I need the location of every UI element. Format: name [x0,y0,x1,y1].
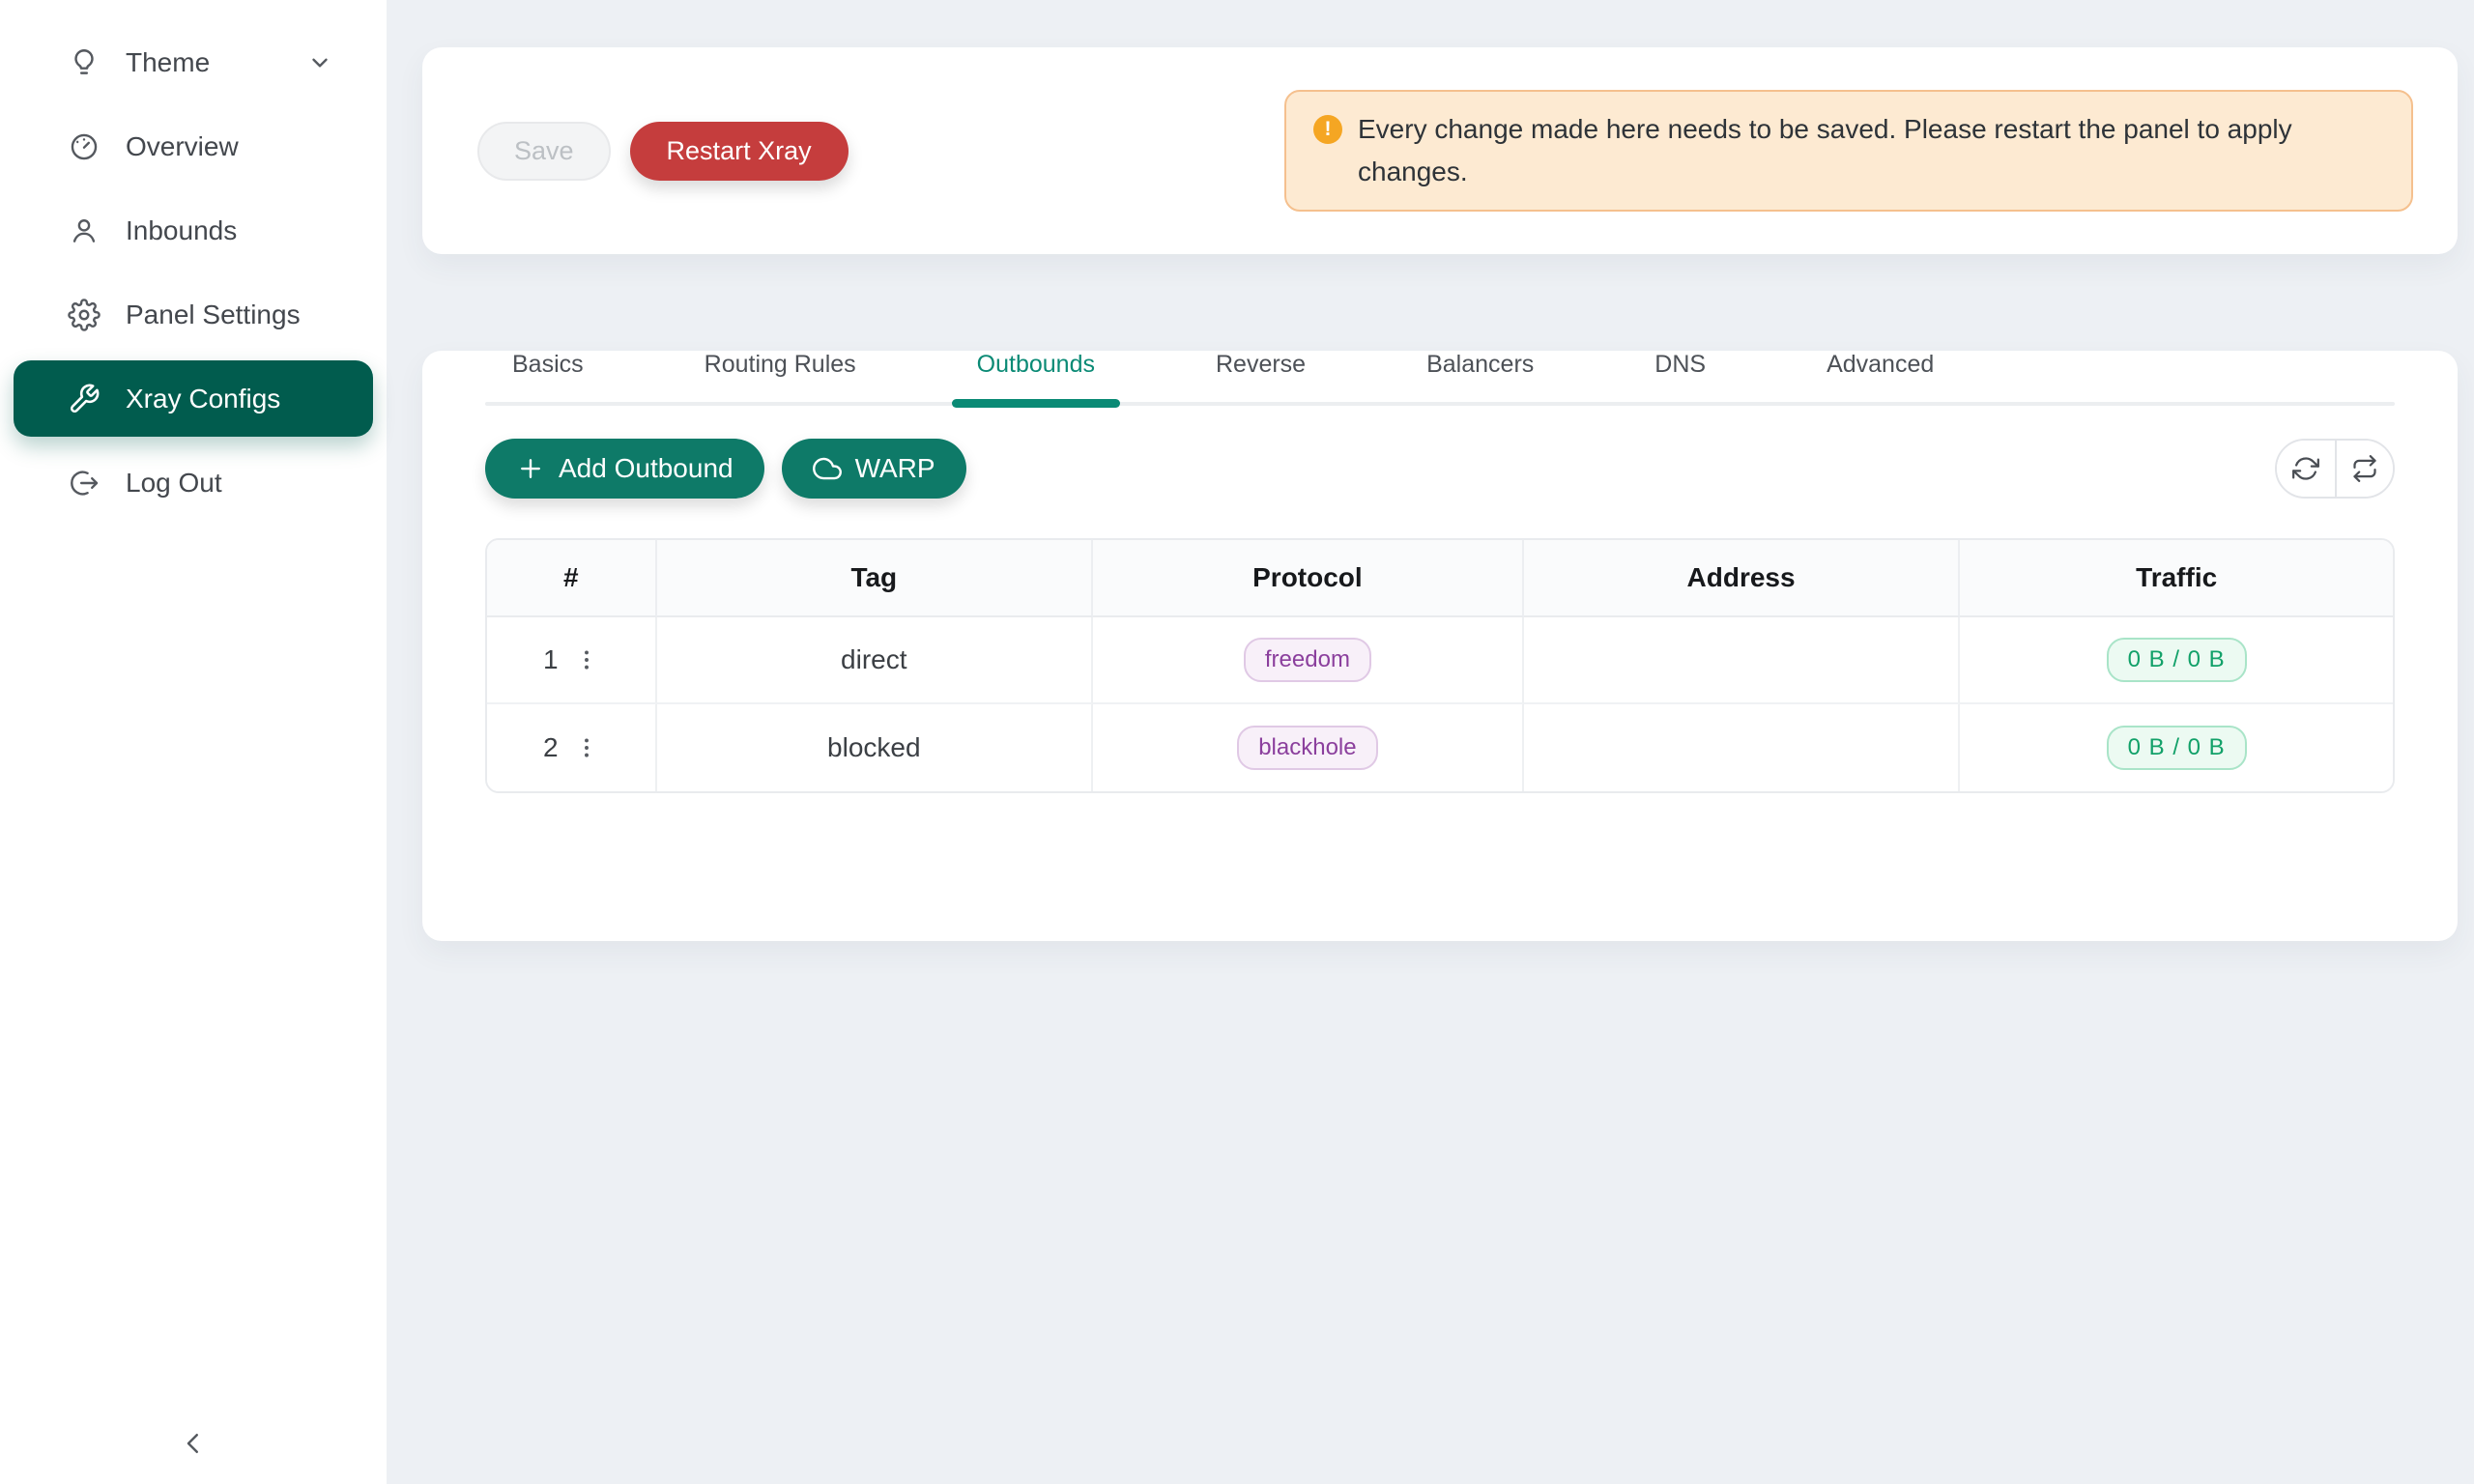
wrench-icon [68,383,101,415]
tab-balancers[interactable]: Balancers [1426,351,1534,408]
restart-xray-button[interactable]: Restart Xray [630,122,849,181]
gauge-icon [68,130,101,163]
person-icon [68,214,101,247]
sidebar-nav: Theme Overview Inbounds Panel Settings [0,24,387,521]
sidebar: Theme Overview Inbounds Panel Settings [0,0,387,1484]
column-header-protocol: Protocol [1093,540,1524,617]
warning-alert: Every change made here needs to be saved… [1284,90,2413,212]
sidebar-item-xray-configs[interactable]: Xray Configs [14,360,373,437]
traffic-cell: 0 B / 0 B [1960,617,2393,704]
cloud-icon [813,454,842,483]
chevron-down-icon [307,50,332,75]
num-cell: 1 [487,617,657,704]
sidebar-item-label: Inbounds [126,215,237,246]
row-number: 1 [543,644,559,675]
vertical-ellipsis-icon[interactable] [574,647,599,672]
traffic-cell: 0 B / 0 B [1960,704,2393,791]
table-row: 1 direct freedom 0 B / 0 B [487,617,2393,704]
gear-icon [68,299,101,331]
table-actions-group [2275,439,2395,499]
num-cell: 2 [487,704,657,791]
xray-config-card: Basics Routing Rules Outbounds Reverse B… [422,351,2458,941]
protocol-badge: freedom [1244,638,1371,682]
protocol-cell: blackhole [1093,704,1524,791]
warp-button[interactable]: WARP [782,439,966,499]
sidebar-item-panel-settings[interactable]: Panel Settings [14,276,373,353]
tab-advanced[interactable]: Advanced [1827,351,1934,408]
sidebar-item-overview[interactable]: Overview [14,108,373,185]
traffic-badge: 0 B / 0 B [2107,726,2247,770]
row-number: 2 [543,732,559,763]
add-outbound-label: Add Outbound [559,453,734,484]
column-header-traffic: Traffic [1960,540,2393,617]
outbounds-toolbar: Add Outbound WARP [485,439,2395,499]
lightbulb-icon [68,46,101,79]
column-header-num: # [487,540,657,617]
main-content: Save Restart Xray Every change made here… [387,0,2474,1484]
table-row: 2 blocked blackhole 0 B / 0 [487,704,2393,791]
address-cell [1524,704,1961,791]
tab-track [485,402,2395,406]
warning-alert-text: Every change made here needs to be saved… [1358,108,2384,193]
vertical-ellipsis-icon[interactable] [574,735,599,760]
sidebar-item-label: Theme [126,47,210,78]
outbounds-table: # Tag Protocol Address Traffic 1 [485,538,2395,793]
config-tabs: Basics Routing Rules Outbounds Reverse B… [485,351,2395,408]
traffic-badge: 0 B / 0 B [2107,638,2247,682]
tab-basics[interactable]: Basics [512,351,584,408]
protocol-badge: blackhole [1237,726,1377,770]
repeat-icon [2351,455,2378,482]
chevron-left-icon [179,1429,208,1458]
sidebar-item-log-out[interactable]: Log Out [14,444,373,521]
tag-cell: direct [657,617,1094,704]
actions-card: Save Restart Xray Every change made here… [422,47,2458,254]
tab-reverse[interactable]: Reverse [1216,351,1306,408]
warp-label: WARP [855,453,935,484]
repeat-button[interactable] [2335,441,2393,497]
add-outbound-button[interactable]: Add Outbound [485,439,764,499]
save-button[interactable]: Save [477,122,611,181]
logout-icon [68,467,101,499]
sidebar-item-label: Overview [126,131,239,162]
refresh-button[interactable] [2277,441,2335,497]
plus-icon [516,454,545,483]
sidebar-item-label: Log Out [126,468,222,499]
sidebar-item-theme[interactable]: Theme [14,24,373,100]
sidebar-item-inbounds[interactable]: Inbounds [14,192,373,269]
sidebar-item-label: Xray Configs [126,384,280,414]
exclamation-circle-icon [1313,115,1342,144]
refresh-icon [2292,455,2319,482]
tab-dns[interactable]: DNS [1654,351,1706,408]
tab-outbounds[interactable]: Outbounds [977,351,1095,408]
column-header-address: Address [1524,540,1961,617]
tab-routing-rules[interactable]: Routing Rules [705,351,856,408]
sidebar-collapse-button[interactable] [166,1416,220,1470]
sidebar-item-label: Panel Settings [126,300,301,330]
protocol-cell: freedom [1093,617,1524,704]
address-cell [1524,617,1961,704]
tag-cell: blocked [657,704,1094,791]
column-header-tag: Tag [657,540,1094,617]
